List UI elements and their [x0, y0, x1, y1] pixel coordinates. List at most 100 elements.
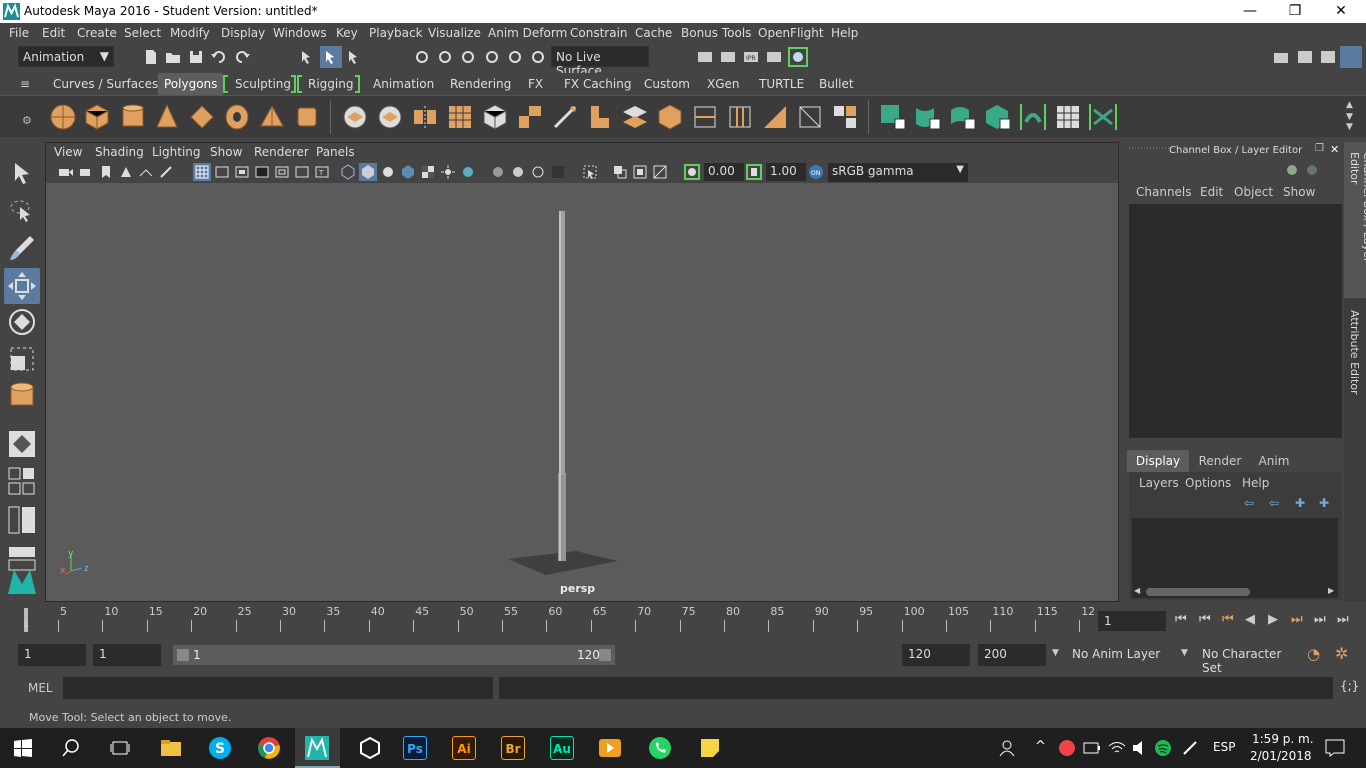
current-frame-field[interactable]: 1: [1098, 611, 1166, 631]
snap-grid-icon[interactable]: [413, 48, 431, 66]
media-player-icon[interactable]: [598, 736, 622, 760]
close-panel-icon[interactable]: ✕: [1330, 143, 1339, 156]
scroll-left-icon[interactable]: ◀: [1134, 586, 1140, 595]
input-language[interactable]: ESP: [1213, 740, 1235, 754]
shelf-tab-fx-caching[interactable]: FX Caching: [558, 73, 637, 95]
menu-bonus-tools[interactable]: Bonus Tools: [681, 26, 751, 40]
uv-automatic-icon[interactable]: [983, 102, 1013, 132]
chrome-icon[interactable]: [257, 736, 281, 760]
animation-start-field[interactable]: 1: [18, 644, 86, 666]
layer-tab-display[interactable]: Display: [1127, 450, 1189, 472]
bridge-icon[interactable]: Br: [501, 736, 525, 760]
combine-icon[interactable]: [340, 102, 370, 132]
lasso-tool-icon[interactable]: [6, 195, 38, 227]
menu-create[interactable]: Create: [77, 26, 117, 40]
go-to-start-icon[interactable]: ⏮: [1175, 612, 1187, 627]
time-slider[interactable]: 1 5 10 15 20 25 30 35 40 45 50 55 60 65 70 75 80 85 90 95 1…: [0, 604, 1366, 638]
snap-view-plane-icon[interactable]: [483, 48, 501, 66]
task-view-icon[interactable]: [110, 739, 130, 757]
unity-icon[interactable]: [358, 736, 382, 760]
shelf-tab-turtle[interactable]: TURTLE: [753, 73, 810, 95]
go-to-end-icon[interactable]: ⏭: [1337, 612, 1349, 627]
play-forwards-icon[interactable]: ▶: [1268, 612, 1278, 627]
search-icon[interactable]: [62, 739, 80, 757]
separate-icon[interactable]: [375, 102, 405, 132]
shelf-tab-fx[interactable]: FX: [522, 73, 549, 95]
shelf-tab-curves-surfaces[interactable]: Curves / Surfaces: [47, 73, 164, 95]
layer-tab-anim[interactable]: Anim: [1248, 450, 1300, 472]
step-back-key-icon[interactable]: ⏮: [1199, 612, 1211, 627]
poly-cone-icon[interactable]: [152, 102, 182, 132]
color-space-dropdown[interactable]: sRGB gamma ▼: [828, 163, 968, 182]
ambient-occlusion-icon[interactable]: [510, 164, 526, 180]
uv-unfold-icon[interactable]: [1088, 102, 1118, 132]
maya-taskbar-button[interactable]: [295, 728, 340, 768]
move-layer-down-icon[interactable]: ⇦: [1269, 496, 1279, 510]
new-scene-icon[interactable]: [142, 48, 160, 66]
lights-icon[interactable]: [440, 164, 456, 180]
attribute-editor-side-tab[interactable]: Attribute Editor: [1344, 302, 1366, 402]
poly-pyramid-icon[interactable]: [257, 102, 287, 132]
outliner-layout-icon[interactable]: [6, 504, 38, 536]
menu-edit[interactable]: Edit: [42, 26, 65, 40]
people-icon[interactable]: [998, 739, 1016, 757]
last-tool-cylinder-icon[interactable]: [6, 380, 38, 412]
channel-edit-menu[interactable]: Edit: [1200, 185, 1223, 199]
new-layer-icon[interactable]: ✚: [1295, 496, 1305, 510]
close-button[interactable]: ✕: [1318, 0, 1364, 23]
menu-help[interactable]: Help: [831, 26, 858, 40]
redo-icon[interactable]: [233, 48, 251, 66]
chrome-tray-icon[interactable]: [1058, 739, 1076, 757]
whatsapp-icon[interactable]: [648, 736, 672, 760]
uv-cut-sew-icon[interactable]: [1018, 102, 1048, 132]
layers-menu[interactable]: Layers: [1139, 476, 1179, 490]
menu-windows[interactable]: Windows: [273, 26, 327, 40]
wifi-icon[interactable]: [1108, 739, 1126, 757]
channel-box-side-tab[interactable]: Channel Box / Layer Editor: [1344, 142, 1366, 298]
open-scene-icon[interactable]: [164, 48, 182, 66]
shelf-tab-rigging[interactable]: Rigging: [302, 73, 359, 95]
poly-torus-icon[interactable]: [222, 102, 252, 132]
minimize-button[interactable]: —: [1227, 0, 1273, 23]
photoshop-icon[interactable]: Ps: [403, 736, 427, 760]
append-polygon-icon[interactable]: [655, 102, 685, 132]
poke-face-icon[interactable]: [760, 102, 790, 132]
gamma-reset-icon[interactable]: [746, 164, 762, 180]
modeling-toolkit-icon[interactable]: [1272, 48, 1290, 66]
menu-select[interactable]: Select: [124, 26, 161, 40]
clock-date[interactable]: 2/01/2018: [1250, 749, 1312, 763]
shelf-tab-polygons[interactable]: Polygons: [158, 73, 224, 95]
uv-editor-icon[interactable]: [1053, 102, 1083, 132]
layer-list[interactable]: [1132, 518, 1338, 586]
drag-handle-icon[interactable]: ⋯⋯⋯⋯⋯: [1128, 144, 1173, 154]
3d-viewport[interactable]: y x z persp: [46, 183, 1118, 601]
auto-key-icon[interactable]: ◔: [1307, 645, 1320, 663]
xray-joints-icon[interactable]: [612, 164, 628, 180]
insert-edge-loop-icon[interactable]: [690, 102, 720, 132]
shelf-tab-bullet[interactable]: Bullet: [813, 73, 860, 95]
panel-menu-view[interactable]: View: [54, 145, 82, 159]
shelf-menu-icon[interactable]: ≡: [20, 77, 30, 91]
time-ruler[interactable]: 1 5 10 15 20 25 30 35 40 45 50 55 60 65 70 75 80 85 90 95 1…: [20, 604, 1095, 634]
snap-surface-icon[interactable]: [506, 48, 524, 66]
playback-start-field[interactable]: 1: [93, 644, 161, 666]
panel-menu-renderer[interactable]: Renderer: [254, 145, 309, 159]
channel-box-settings-icon[interactable]: [1304, 162, 1320, 178]
shelf-tab-custom[interactable]: Custom: [638, 73, 696, 95]
select-tool-icon[interactable]: [6, 158, 38, 190]
channel-box-options-icon[interactable]: [1284, 162, 1300, 178]
extrude-icon[interactable]: [515, 102, 545, 132]
menuset-dropdown[interactable]: Animation ▼: [18, 46, 114, 67]
wireframe-on-shaded-icon[interactable]: [400, 164, 416, 180]
menu-modify[interactable]: Modify: [170, 26, 210, 40]
layer-options-menu[interactable]: Options: [1185, 476, 1231, 490]
action-center-icon[interactable]: [1325, 739, 1345, 757]
field-chart-icon[interactable]: [274, 164, 290, 180]
battery-icon[interactable]: [1083, 740, 1101, 756]
skype-icon[interactable]: S: [208, 736, 232, 760]
menu-cache[interactable]: Cache: [635, 26, 672, 40]
snap-live-icon[interactable]: [529, 48, 547, 66]
xray-active-icon[interactable]: [632, 164, 648, 180]
backface-icon[interactable]: [652, 164, 668, 180]
image-plane-icon[interactable]: [118, 164, 134, 180]
